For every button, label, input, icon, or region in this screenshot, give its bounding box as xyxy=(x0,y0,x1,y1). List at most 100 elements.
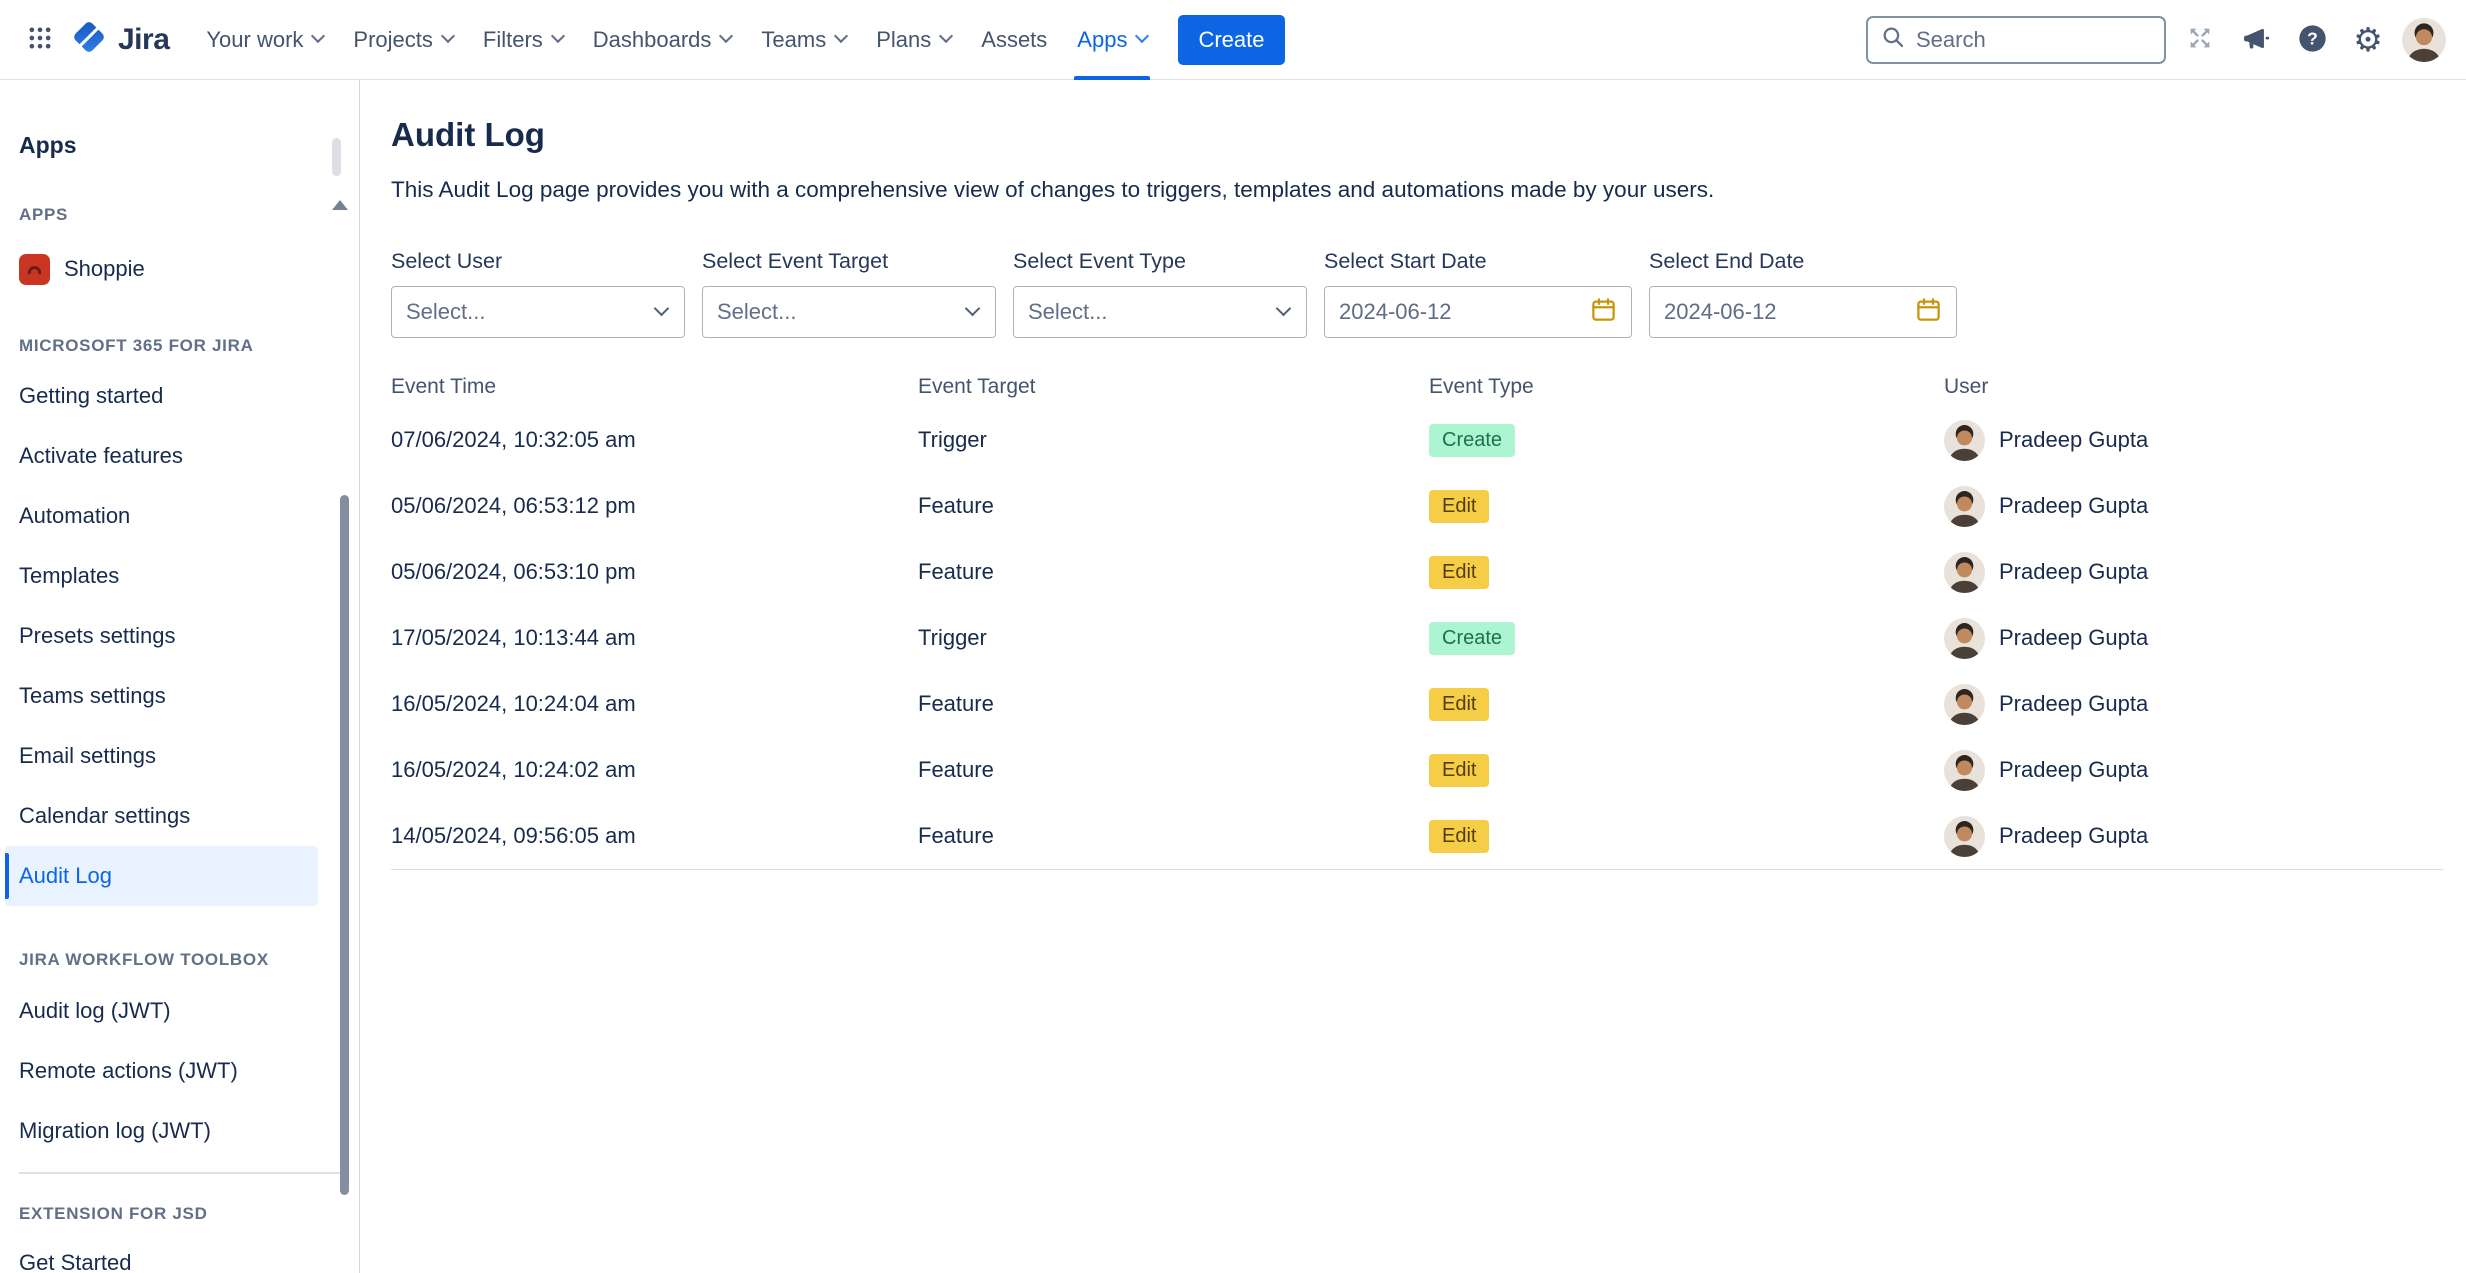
select-user-dropdown[interactable]: Select... xyxy=(391,286,685,338)
sidebar-m365-list: Getting started Activate features Automa… xyxy=(19,366,340,906)
filter-start-date: Select Start Date 2024-06-12 xyxy=(1324,249,1632,338)
sidebar-resize-handle[interactable] xyxy=(332,138,341,176)
user-avatar xyxy=(1944,552,1985,593)
page-title: Audit Log xyxy=(391,116,2443,154)
sidebar-section-jsd-heading: EXTENSION FOR JSD xyxy=(19,1204,340,1224)
status-badge: Edit xyxy=(1429,820,1489,853)
topnav-right-cluster: ? ⚙ xyxy=(1866,16,2446,64)
create-button[interactable]: Create xyxy=(1178,15,1284,65)
nav-item-label: Projects xyxy=(353,27,432,53)
chevron-down-icon xyxy=(1135,29,1149,43)
gear-icon: ⚙ xyxy=(2353,23,2383,56)
end-date-input[interactable]: 2024-06-12 xyxy=(1649,286,1957,338)
chevron-down-icon xyxy=(551,29,565,43)
user-name: Pradeep Gupta xyxy=(1999,493,2148,519)
sidebar-item-label: Shoppie xyxy=(64,256,145,282)
sidebar-item-activate-features[interactable]: Activate features xyxy=(5,426,318,486)
nav-item-projects[interactable]: Projects xyxy=(338,0,467,80)
table-row: 05/06/2024, 06:53:12 pm Feature Edit Pra… xyxy=(391,473,2443,539)
apps-sidebar: Apps APPS Shoppie MICROSOFT 365 FOR JIRA… xyxy=(0,80,360,1273)
sidebar-item-label: Calendar settings xyxy=(19,803,190,829)
column-header-event-type: Event Type xyxy=(1429,375,1944,399)
column-header-event-target: Event Target xyxy=(918,375,1429,399)
shoppie-app-icon xyxy=(19,254,50,285)
sidebar-item-get-started[interactable]: Get Started xyxy=(5,1233,318,1273)
nav-item-teams[interactable]: Teams xyxy=(746,0,861,80)
sidebar-jsd-list: Get Started xyxy=(19,1233,340,1273)
sidebar-item-audit-log-jwt[interactable]: Audit log (JWT) xyxy=(5,981,318,1041)
select-value: Select... xyxy=(1028,299,1107,325)
user-cell: Pradeep Gupta xyxy=(1944,618,2443,659)
sidebar-title: Apps xyxy=(19,132,340,162)
status-badge: Create xyxy=(1429,622,1515,655)
sidebar-item-presets-settings[interactable]: Presets settings xyxy=(5,606,318,666)
sidebar-item-migration-log-jwt[interactable]: Migration log (JWT) xyxy=(5,1101,318,1161)
nav-item-dashboards[interactable]: Dashboards xyxy=(578,0,747,80)
nav-item-apps[interactable]: Apps xyxy=(1062,0,1162,80)
event-target-cell: Feature xyxy=(918,757,1429,783)
filter-event-target: Select Event Target Select... xyxy=(702,249,996,338)
expand-arrows-icon xyxy=(2186,24,2214,55)
help-icon: ? xyxy=(2297,23,2328,57)
select-event-type-dropdown[interactable]: Select... xyxy=(1013,286,1307,338)
select-value: Select... xyxy=(406,299,485,325)
nav-item-label: Teams xyxy=(761,27,826,53)
table-row: 14/05/2024, 09:56:05 am Feature Edit Pra… xyxy=(391,803,2443,869)
sidebar-item-templates[interactable]: Templates xyxy=(5,546,318,606)
nav-item-assets[interactable]: Assets xyxy=(966,0,1062,80)
chevron-down-icon xyxy=(834,29,848,43)
sidebar-item-audit-log[interactable]: Audit Log xyxy=(5,846,318,906)
help-button[interactable]: ? xyxy=(2290,18,2334,62)
event-time-cell: 17/05/2024, 10:13:44 am xyxy=(391,625,918,651)
search-input[interactable] xyxy=(1916,27,2152,53)
sidebar-jwt-list: Audit log (JWT) Remote actions (JWT) Mig… xyxy=(19,981,340,1161)
sidebar-item-teams-settings[interactable]: Teams settings xyxy=(5,666,318,726)
profile-avatar[interactable] xyxy=(2402,18,2446,62)
sidebar-item-email-settings[interactable]: Email settings xyxy=(5,726,318,786)
sidebar-item-calendar-settings[interactable]: Calendar settings xyxy=(5,786,318,846)
sidebar-item-remote-actions-jwt[interactable]: Remote actions (JWT) xyxy=(5,1041,318,1101)
sidebar-item-label: Migration log (JWT) xyxy=(19,1118,211,1144)
nav-item-label: Your work xyxy=(206,27,303,53)
user-avatar xyxy=(1944,618,1985,659)
user-name: Pradeep Gupta xyxy=(1999,559,2148,585)
user-cell: Pradeep Gupta xyxy=(1944,486,2443,527)
nav-item-plans[interactable]: Plans xyxy=(861,0,966,80)
scroll-up-caret-icon[interactable] xyxy=(332,200,348,210)
expand-arrows-button[interactable] xyxy=(2178,18,2222,62)
audit-log-page: Audit Log This Audit Log page provides y… xyxy=(361,80,2466,1273)
sidebar-item-getting-started[interactable]: Getting started xyxy=(5,366,318,426)
app-switcher-icon xyxy=(26,24,54,55)
settings-button[interactable]: ⚙ xyxy=(2346,18,2390,62)
event-target-cell: Feature xyxy=(918,823,1429,849)
sidebar-item-label: Presets settings xyxy=(19,623,176,649)
date-value: 2024-06-12 xyxy=(1339,299,1452,325)
table-body: 07/06/2024, 10:32:05 am Trigger Create P… xyxy=(391,407,2443,870)
nav-item-your-work[interactable]: Your work xyxy=(191,0,338,80)
start-date-input[interactable]: 2024-06-12 xyxy=(1324,286,1632,338)
column-header-user: User xyxy=(1944,375,2443,399)
filter-end-date: Select End Date 2024-06-12 xyxy=(1649,249,1957,338)
primary-nav: Your work Projects Filters Dashboards Te… xyxy=(191,0,1162,80)
sidebar-item-shoppie[interactable]: Shoppie xyxy=(19,241,340,297)
event-time-cell: 05/06/2024, 06:53:12 pm xyxy=(391,493,918,519)
nav-item-label: Dashboards xyxy=(593,27,712,53)
app-switcher-button[interactable] xyxy=(18,18,62,62)
user-avatar xyxy=(1944,750,1985,791)
event-target-cell: Trigger xyxy=(918,625,1429,651)
jira-logo[interactable]: Jira xyxy=(62,18,183,61)
event-type-cell: Create xyxy=(1429,424,1944,457)
table-row: 05/06/2024, 06:53:10 pm Feature Edit Pra… xyxy=(391,539,2443,605)
sidebar-item-label: Templates xyxy=(19,563,119,589)
nav-item-filters[interactable]: Filters xyxy=(468,0,578,80)
event-time-cell: 14/05/2024, 09:56:05 am xyxy=(391,823,918,849)
sidebar-item-automation[interactable]: Automation xyxy=(5,486,318,546)
sidebar-item-label: Activate features xyxy=(19,443,183,469)
table-header-row: Event Time Event Target Event Type User xyxy=(391,367,2443,407)
select-event-target-dropdown[interactable]: Select... xyxy=(702,286,996,338)
announcements-button[interactable] xyxy=(2234,18,2278,62)
user-name: Pradeep Gupta xyxy=(1999,757,2148,783)
nav-item-label: Filters xyxy=(483,27,543,53)
sidebar-scrollbar[interactable] xyxy=(340,495,349,1195)
sidebar-item-label: Automation xyxy=(19,503,130,529)
